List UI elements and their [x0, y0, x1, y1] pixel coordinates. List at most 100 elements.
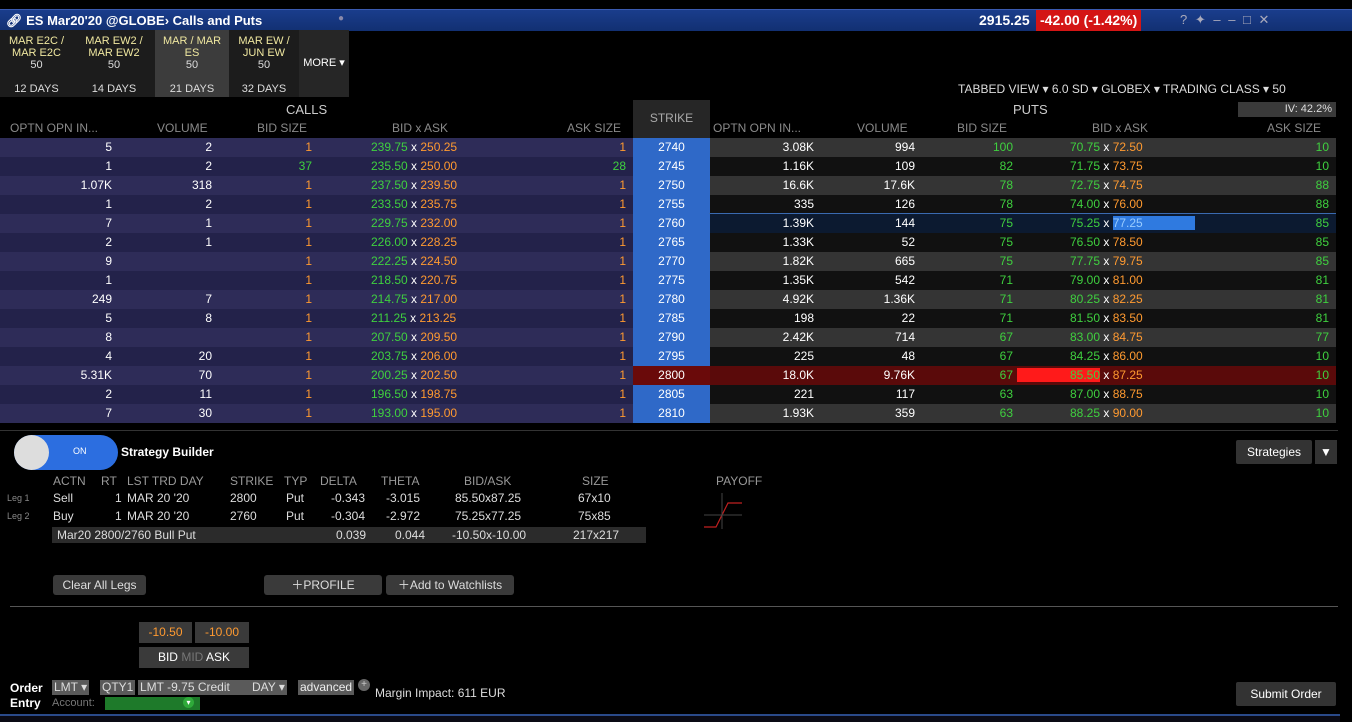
- put-volume[interactable]: 714: [895, 328, 915, 347]
- call-bid-ask[interactable]: 203.75 x 206.00: [371, 347, 457, 366]
- put-open-interest[interactable]: 221: [794, 385, 814, 404]
- put-ask[interactable]: 73.75: [1113, 159, 1143, 173]
- put-open-interest[interactable]: 2.42K: [783, 328, 814, 347]
- call-bid-size[interactable]: 1: [305, 385, 312, 404]
- add-to-watchlists-button[interactable]: ＋Add to Watchlists: [386, 575, 514, 595]
- call-bid[interactable]: 203.75: [371, 349, 408, 363]
- put-volume[interactable]: 22: [902, 309, 915, 328]
- put-volume[interactable]: 359: [895, 404, 915, 423]
- clear-all-legs-button[interactable]: Clear All Legs: [53, 575, 146, 595]
- call-bid-size[interactable]: 1: [305, 214, 312, 233]
- call-open-interest[interactable]: 8: [105, 328, 112, 347]
- call-open-interest[interactable]: 2: [105, 385, 112, 404]
- put-bid[interactable]: 79.00: [1070, 273, 1100, 287]
- call-ask-size[interactable]: 1: [619, 347, 626, 366]
- call-bid-ask[interactable]: 196.50 x 198.75: [371, 385, 457, 404]
- call-bid[interactable]: 193.00: [371, 406, 408, 420]
- call-bid-size[interactable]: 1: [305, 328, 312, 347]
- put-volume[interactable]: 109: [895, 157, 915, 176]
- strike-cell[interactable]: 2775: [633, 271, 710, 290]
- put-open-interest[interactable]: 1.16K: [783, 157, 814, 176]
- ask-price-button[interactable]: -10.00: [195, 622, 249, 643]
- call-bid-ask[interactable]: 211.25 x 213.25: [371, 309, 456, 328]
- strategies-button[interactable]: Strategies: [1236, 440, 1312, 464]
- call-open-interest[interactable]: 1: [105, 271, 112, 290]
- put-bid-ask[interactable]: 81.50 x 83.50: [1070, 309, 1143, 328]
- call-side[interactable]: 7 1 1 229.75 x 232.00 1: [0, 214, 633, 233]
- call-bid[interactable]: 226.00: [371, 235, 408, 249]
- col-put-volume[interactable]: VOLUME: [857, 121, 908, 135]
- put-side[interactable]: 18.0K 9.76K 67 85.50 x 87.25 10: [710, 366, 1336, 385]
- put-ask[interactable]: 82.25: [1113, 292, 1143, 306]
- plus-circle-icon[interactable]: +: [358, 679, 370, 691]
- call-open-interest[interactable]: 1: [105, 195, 112, 214]
- strategy-builder-toggle[interactable]: ON: [14, 435, 118, 470]
- strike-cell[interactable]: 2785: [633, 309, 710, 328]
- option-row[interactable]: 1 2 37 235.50 x 250.00 28 1.16K 109 82 71.75 x 7…: [0, 157, 1336, 176]
- call-bid-size[interactable]: 1: [305, 290, 312, 309]
- put-ask-size[interactable]: 10: [1316, 347, 1329, 366]
- option-row[interactable]: 249 7 1 214.75 x 217.00 1 4.92K 1.36K 71 80.25 x…: [0, 290, 1336, 309]
- col-put-bid-ask[interactable]: BID x ASK: [1092, 121, 1148, 135]
- put-bid-ask[interactable]: 83.00 x 84.75: [1070, 328, 1143, 347]
- put-side[interactable]: 335 126 78 74.00 x 76.00 88: [710, 195, 1336, 214]
- call-volume[interactable]: 7: [205, 290, 212, 309]
- put-side[interactable]: 225 48 67 84.25 x 86.00 10: [710, 347, 1336, 366]
- put-volume[interactable]: 117: [896, 385, 915, 404]
- call-ask-size[interactable]: 1: [619, 366, 626, 385]
- put-side[interactable]: 1.16K 109 82 71.75 x 73.75 10: [710, 157, 1336, 176]
- put-open-interest[interactable]: 1.39K: [783, 214, 814, 233]
- mid-option[interactable]: MID: [181, 650, 203, 664]
- put-bid[interactable]: 87.00: [1070, 387, 1100, 401]
- put-bid[interactable]: 72.75: [1070, 178, 1100, 192]
- call-bid[interactable]: 200.25: [371, 368, 408, 382]
- put-side[interactable]: 198 22 71 81.50 x 83.50 81: [710, 309, 1336, 328]
- call-side[interactable]: 5.31K 70 1 200.25 x 202.50 1: [0, 366, 633, 385]
- call-ask-size[interactable]: 1: [619, 385, 626, 404]
- put-ask[interactable]: 79.75: [1113, 254, 1143, 268]
- put-volume[interactable]: 542: [895, 271, 915, 290]
- call-bid-ask[interactable]: 207.50 x 209.50: [371, 328, 457, 347]
- order-type-select[interactable]: LMT ▾: [52, 680, 90, 695]
- put-bid-size[interactable]: 78: [1000, 195, 1013, 214]
- put-open-interest[interactable]: 198: [794, 309, 814, 328]
- call-ask[interactable]: 228.25: [420, 235, 457, 249]
- put-bid[interactable]: 77.75: [1070, 254, 1100, 268]
- put-open-interest[interactable]: 16.6K: [783, 176, 814, 195]
- put-side[interactable]: 1.93K 359 63 88.25 x 90.00 10: [710, 404, 1336, 423]
- call-volume[interactable]: 2: [205, 195, 212, 214]
- put-bid-ask[interactable]: 75.25 x 77.25: [1070, 214, 1195, 233]
- call-ask[interactable]: 206.00: [420, 349, 457, 363]
- call-ask[interactable]: 224.50: [420, 254, 457, 268]
- put-ask-size[interactable]: 88: [1316, 195, 1329, 214]
- put-ask[interactable]: 77.25: [1112, 216, 1195, 230]
- put-ask-size[interactable]: 85: [1316, 233, 1329, 252]
- put-ask[interactable]: 78.50: [1113, 235, 1143, 249]
- call-ask[interactable]: 250.00: [420, 159, 457, 173]
- put-ask-size[interactable]: 10: [1316, 366, 1329, 385]
- put-bid-size[interactable]: 75: [1000, 214, 1013, 233]
- call-ask[interactable]: 209.50: [420, 330, 457, 344]
- call-open-interest[interactable]: 2: [105, 233, 112, 252]
- put-volume[interactable]: 1.36K: [884, 290, 915, 309]
- put-side[interactable]: 1.35K 542 71 79.00 x 81.00 81: [710, 271, 1336, 290]
- put-side[interactable]: 1.33K 52 75 76.50 x 78.50 85: [710, 233, 1336, 252]
- account-select[interactable]: ▾: [105, 697, 200, 710]
- call-side[interactable]: 2 11 1 196.50 x 198.75 1: [0, 385, 633, 404]
- call-bid-ask[interactable]: 233.50 x 235.75: [371, 195, 457, 214]
- put-bid-ask[interactable]: 85.50 x 87.25: [1017, 366, 1143, 385]
- call-volume[interactable]: 2: [205, 138, 212, 157]
- call-volume[interactable]: 318: [192, 176, 212, 195]
- put-ask[interactable]: 86.00: [1113, 349, 1143, 363]
- call-bid-ask[interactable]: 214.75 x 217.00: [371, 290, 457, 309]
- put-volume[interactable]: 9.76K: [884, 366, 915, 385]
- option-row[interactable]: 7 30 1 193.00 x 195.00 1 1.93K 359 63 88.25 x 90…: [0, 404, 1336, 423]
- put-open-interest[interactable]: 18.0K: [783, 366, 814, 385]
- call-side[interactable]: 1 1 218.50 x 220.75 1: [0, 271, 633, 290]
- strike-cell[interactable]: 2780: [633, 290, 710, 309]
- call-open-interest[interactable]: 5.31K: [81, 366, 112, 385]
- call-open-interest[interactable]: 1.07K: [81, 176, 112, 195]
- put-ask[interactable]: 90.00: [1113, 406, 1143, 420]
- put-open-interest[interactable]: 1.35K: [783, 271, 814, 290]
- call-bid[interactable]: 222.25: [371, 254, 408, 268]
